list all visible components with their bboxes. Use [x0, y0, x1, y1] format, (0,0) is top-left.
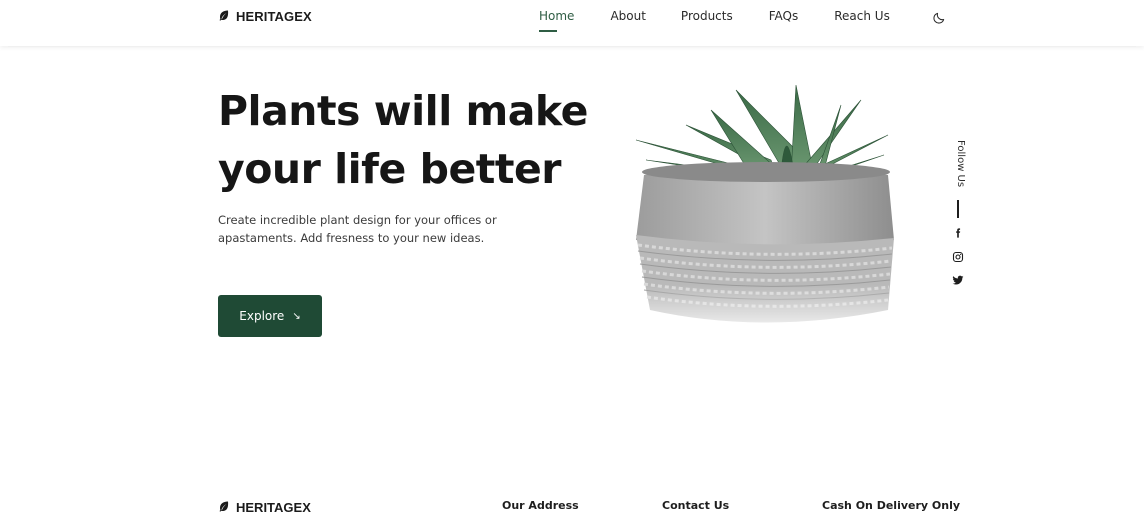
main-nav: Home About Products FAQs Reach Us — [539, 9, 890, 32]
site-header: HERITAGEX Home About Products FAQs Reach… — [0, 0, 1144, 46]
plant-image — [626, 80, 902, 340]
brand-name: HERITAGEX — [236, 9, 312, 24]
header-divider — [8, 46, 1136, 47]
hero-title: Plants will make your life better — [218, 82, 638, 198]
footer-brand-logo[interactable]: HERITAGEX — [218, 500, 311, 514]
nav-reach-us[interactable]: Reach Us — [834, 9, 890, 27]
facebook-icon[interactable] — [951, 226, 965, 240]
nav-home[interactable]: Home — [539, 9, 574, 32]
follow-us-label: Follow Us — [955, 140, 966, 188]
hero-title-line-1: Plants will make — [218, 87, 588, 135]
twitter-icon[interactable] — [951, 273, 965, 287]
footer-our-address-heading: Our Address — [502, 499, 579, 512]
hero-description: Create incredible plant design for your … — [218, 213, 497, 245]
brand-logo[interactable]: HERITAGEX — [218, 9, 312, 24]
arrow-down-right-icon: ↘ — [292, 310, 301, 322]
footer-contact-us-heading: Contact Us — [662, 499, 730, 512]
instagram-icon[interactable] — [951, 250, 965, 264]
nav-products[interactable]: Products — [681, 9, 733, 27]
nav-faqs[interactable]: FAQs — [769, 9, 799, 27]
footer-brand-name: HERITAGEX — [236, 500, 311, 514]
leaf-icon — [218, 9, 230, 24]
explore-button[interactable]: Explore ↘ — [218, 295, 322, 337]
nav-about[interactable]: About — [610, 9, 645, 27]
explore-button-label: Explore — [239, 309, 285, 323]
hero-title-line-2: your life better — [218, 145, 561, 193]
follow-divider — [957, 200, 959, 218]
leaf-icon — [218, 500, 230, 514]
moon-icon[interactable] — [932, 10, 946, 24]
footer-cash-on-delivery-heading: Cash On Delivery Only — [822, 499, 961, 512]
